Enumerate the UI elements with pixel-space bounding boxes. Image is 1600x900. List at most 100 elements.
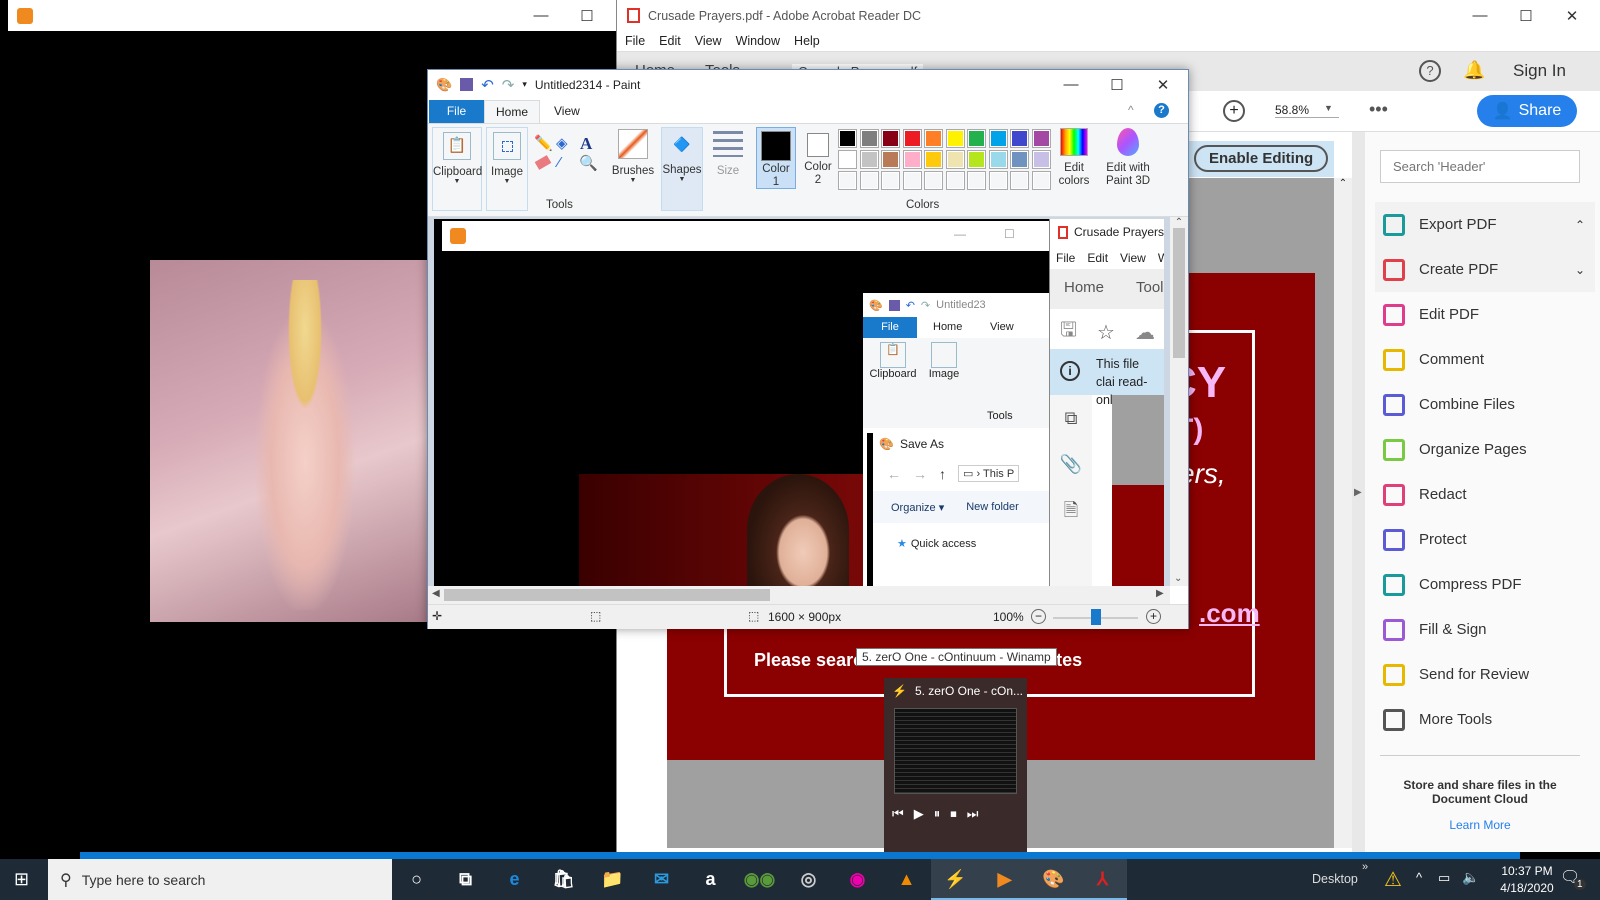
redo-icon[interactable]: ↷ [502, 76, 515, 94]
learn-more-link[interactable]: Learn More [1390, 818, 1570, 832]
tool-item[interactable]: Compress PDF [1375, 562, 1595, 607]
scroll-right-arrow[interactable]: ▶ [1156, 588, 1164, 599]
tool-item[interactable]: Redact [1375, 472, 1595, 517]
tool-item[interactable]: Create PDF ⌄ [1375, 247, 1595, 292]
paint-icon[interactable]: 🎨 [1029, 859, 1078, 900]
palette-color-swatch[interactable] [838, 150, 857, 169]
palette-color-swatch[interactable] [838, 129, 857, 148]
empty-custom-swatch[interactable] [988, 171, 1008, 190]
tool-item[interactable]: More Tools [1375, 697, 1595, 742]
panel-divider[interactable]: ▶ [1352, 132, 1365, 852]
minimize-button[interactable]: — [1048, 76, 1094, 93]
scroll-up-arrow[interactable]: ⌃ [1170, 217, 1188, 228]
expand-chevron-icon[interactable]: ⌄ [1575, 263, 1585, 277]
warning-icon[interactable]: ⚠ [1384, 867, 1402, 892]
palette-color-swatch[interactable] [902, 150, 922, 169]
palette-color-swatch[interactable] [924, 129, 943, 148]
stop-button[interactable]: ⏹ [950, 806, 957, 822]
tool-item[interactable]: Combine Files [1375, 382, 1595, 427]
tool-item[interactable]: Send for Review [1375, 652, 1595, 697]
help-icon[interactable]: ? [1419, 60, 1441, 82]
page-link[interactable]: .com [1199, 598, 1260, 629]
more-options-icon[interactable]: ••• [1369, 99, 1388, 120]
empty-custom-swatch[interactable] [967, 171, 986, 190]
tool-item[interactable]: Export PDF ⌃ [1375, 202, 1595, 247]
amazon-icon[interactable]: a [686, 859, 735, 900]
scroll-thumb[interactable] [1173, 228, 1185, 358]
color-app-icon[interactable]: ◉ [833, 859, 882, 900]
start-button[interactable]: ⊞ [14, 869, 29, 890]
clock[interactable]: 10:37 PM 4/18/2020 [1490, 863, 1564, 897]
tripadvisor-icon[interactable]: ◉◉ [735, 859, 784, 900]
empty-custom-swatch[interactable] [838, 171, 857, 190]
scroll-left-arrow[interactable]: ◀ [432, 588, 440, 599]
collapse-ribbon-icon[interactable]: ^ [1128, 103, 1134, 117]
expand-panel-icon[interactable]: ▶ [1354, 487, 1362, 498]
close-button[interactable]: ✕ [1140, 76, 1186, 94]
empty-custom-swatch[interactable] [881, 171, 900, 190]
tool-item[interactable]: Edit PDF [1375, 292, 1595, 337]
zoom-slider-thumb[interactable] [1090, 609, 1101, 625]
vlc-icon[interactable]: ▲ [882, 859, 931, 900]
palette-color-swatch[interactable] [924, 150, 943, 169]
zoom-in-button[interactable]: + [1146, 609, 1161, 624]
palette-color-swatch[interactable] [945, 129, 965, 148]
tool-item[interactable]: Protect [1375, 517, 1595, 562]
tool-item[interactable]: Comment [1375, 337, 1595, 382]
magnifier-icon[interactable]: 🔍 [579, 154, 598, 172]
palette-color-swatch[interactable] [1031, 150, 1051, 169]
canvas-horizontal-scrollbar[interactable]: ◀ ▶ [428, 586, 1170, 604]
menu-view[interactable]: View [695, 34, 722, 48]
palette-color-swatch[interactable] [1010, 129, 1029, 148]
menu-help[interactable]: Help [794, 34, 820, 48]
tool-item[interactable]: Fill & Sign [1375, 607, 1595, 652]
webcam-icon[interactable]: ◎ [784, 859, 833, 900]
empty-custom-swatch[interactable] [945, 171, 965, 190]
volume-icon[interactable]: 🔈 [1462, 869, 1479, 886]
canvas-area[interactable]: — ☐ 🎨 ↶ ↷ Untitled23 File Home View 📋 Clipboa… [428, 217, 1170, 586]
zoom-slider[interactable] [1053, 609, 1138, 625]
save-icon[interactable] [460, 78, 474, 91]
previous-track-button[interactable]: ⏮ [892, 806, 904, 822]
color-picker-icon[interactable]: ⁄ [558, 154, 561, 171]
brushes-button[interactable]: Brushes ▼ [610, 127, 656, 184]
vertical-scrollbar[interactable]: ⌃ [1334, 178, 1352, 848]
winamp-icon[interactable]: ⚡ [931, 859, 980, 900]
play-button[interactable]: ▶ [914, 806, 924, 822]
task-view-icon[interactable]: ⧉ [441, 859, 490, 900]
scroll-down-arrow[interactable]: ⌄ [1174, 573, 1182, 584]
shapes-button[interactable]: 🔷 Shapes ▼ [661, 127, 703, 211]
share-button[interactable]: 👤 Share [1477, 95, 1577, 127]
canvas-vertical-scrollbar[interactable]: ⌃ ⌄ [1170, 217, 1188, 586]
notifications-bell-icon[interactable]: 🔔 [1463, 60, 1485, 81]
menu-window[interactable]: Window [736, 34, 780, 48]
toolbar-expand-icon[interactable]: » [1362, 861, 1368, 873]
maximize-button[interactable]: ☐ [1503, 7, 1549, 25]
palette-color-swatch[interactable] [967, 129, 986, 148]
battery-icon[interactable]: ▭ [1438, 870, 1450, 886]
eraser-icon[interactable] [534, 155, 552, 170]
edit-colors-button[interactable]: Edit colors [1056, 128, 1092, 188]
edge-icon[interactable]: e [490, 859, 539, 900]
palette-color-swatch[interactable] [988, 150, 1008, 169]
palette-color-swatch[interactable] [881, 150, 900, 169]
palette-color-swatch[interactable] [967, 150, 986, 169]
maximize-button[interactable]: ☐ [564, 7, 610, 25]
close-button[interactable]: ✕ [1549, 7, 1595, 25]
undo-icon[interactable]: ↶ [481, 76, 494, 94]
media-player-icon[interactable]: ▶ [980, 859, 1029, 900]
desktop-toolbar[interactable]: Desktop [1312, 872, 1358, 886]
cortana-icon[interactable]: ○ [392, 859, 441, 900]
tab-file[interactable]: File [429, 100, 484, 123]
zoom-dropdown-icon[interactable]: ▼ [1324, 103, 1333, 113]
clipboard-button[interactable]: 📋 Clipboard ▼ [432, 127, 482, 211]
palette-color-swatch[interactable] [1031, 129, 1051, 148]
paint3d-button[interactable]: Edit with Paint 3D [1098, 128, 1158, 188]
menu-file[interactable]: File [625, 34, 645, 48]
enable-editing-button[interactable]: Enable Editing [1194, 145, 1329, 172]
empty-custom-swatch[interactable] [859, 171, 879, 190]
collapse-chevron-icon[interactable]: ⌃ [1575, 218, 1585, 232]
next-track-button[interactable]: ⏭ [967, 806, 979, 822]
text-icon[interactable]: A [580, 134, 592, 154]
scroll-thumb[interactable] [444, 589, 770, 601]
